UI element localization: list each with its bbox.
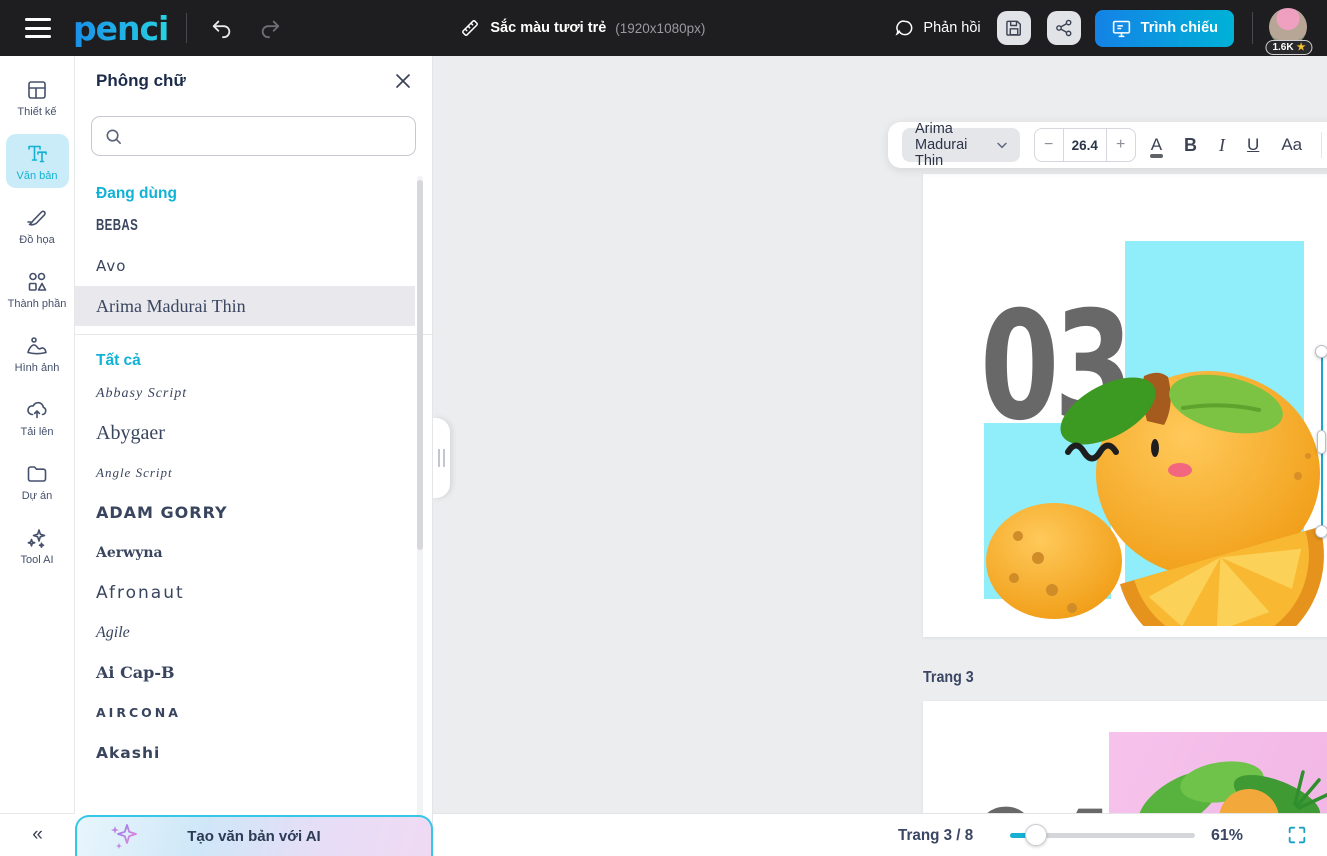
ai-sparkle-icon [107,822,141,852]
font-list-item[interactable]: Abbasy Script [96,373,432,413]
undo-icon[interactable] [205,11,239,45]
chevron-down-icon [994,137,1010,153]
zoom-percentage: 61% [1211,814,1243,856]
text-icon [25,142,49,166]
page-row-header: Trang 3 [923,659,1327,697]
font-search-box [91,116,416,156]
main-sidebar: Thiết kế Văn bản Đồ họa Thành phần Hình … [0,56,75,856]
collapse-sidebar-button[interactable]: « [0,813,75,856]
folder-icon [25,462,49,486]
format-toolbar: Arima Madurai Thin − 26.4 + A B I U Aa H… [888,122,1327,168]
image-icon [25,334,49,358]
font-list-item[interactable]: ADAM GORRY [96,493,432,533]
sidebar-item-graphics[interactable]: Đồ họa [6,198,69,252]
ruler-icon [459,17,481,39]
font-list-item[interactable]: Agile [96,613,432,653]
sidebar-item-projects[interactable]: Dự án [6,454,69,508]
text-case-button[interactable]: Aa [1274,133,1309,157]
selected-text-box[interactable]: - Là loại hình du lịch tìm hiểu, trải ng… [1321,351,1327,532]
page-label: Trang 3 [923,669,974,687]
font-size-value[interactable]: 26.4 [1063,129,1107,161]
share-button[interactable] [1047,11,1081,45]
save-icon [1004,18,1024,38]
sidebar-item-elements[interactable]: Thành phần [6,262,69,316]
divider [75,334,433,335]
sparkles-icon [25,526,49,550]
bold-button[interactable]: B [1177,133,1204,158]
section-heading-using: Đang dùng [96,182,432,206]
canvas-area[interactable]: Arima Madurai Thin − 26.4 + A B I U Aa H… [433,56,1327,856]
decrease-size-button[interactable]: − [1035,129,1063,161]
divider [1321,132,1322,158]
resize-handle-bottom-left[interactable] [1315,525,1327,538]
font-search-input[interactable] [131,128,403,144]
page-indicator: Trang 3 / 8 [898,814,973,856]
redo-icon[interactable] [253,11,287,45]
document-size: (1920x1080px) [615,21,705,36]
panel-collapse-handle[interactable] [433,418,450,498]
fullscreen-icon[interactable] [1286,824,1308,846]
section-heading-all: Tất cả [96,349,432,373]
increase-size-button[interactable]: + [1107,129,1135,161]
text-color-button[interactable]: A [1144,133,1169,157]
font-list-item[interactable]: AIRCONA [96,693,432,733]
pen-icon [25,206,49,230]
status-bar: Trang 3 / 8 61% [433,813,1327,856]
present-button[interactable]: Trình chiếu [1095,10,1234,47]
ai-text-button[interactable]: Tạo văn bản với AI [75,815,433,856]
font-family-select[interactable]: Arima Madurai Thin [902,128,1020,162]
sidebar-item-text[interactable]: Văn bản [6,134,69,188]
font-list-item[interactable]: Akashi [96,733,432,773]
shapes-icon [25,270,49,294]
zoom-slider-thumb[interactable] [1025,824,1047,846]
orange-character-image[interactable] [968,356,1327,626]
star-icon [1297,42,1306,53]
font-list-item[interactable]: Afronaut [96,573,432,613]
credits-badge: 1.6K [1265,40,1312,55]
font-list-item[interactable]: Avo [96,246,432,286]
sidebar-item-design[interactable]: Thiết kế [6,70,69,124]
font-list-item[interactable]: Aerwyna [96,533,432,573]
underline-button[interactable]: U [1240,133,1266,157]
italic-button[interactable]: I [1212,133,1232,158]
feedback-button[interactable]: Phản hồi [895,18,980,38]
sidebar-item-uploads[interactable]: Tải lên [6,390,69,444]
resize-handle-top-left[interactable] [1315,345,1327,358]
font-panel: Phông chữ Đang dùng BEBAS Avo Arima Madu… [75,56,433,856]
topbar: penci Sắc màu tươi trẻ (1920x1080px) Phả… [0,0,1327,56]
layout-grid-icon [25,78,49,102]
divider [1252,12,1253,44]
cloud-upload-icon [25,398,49,422]
font-list-item-selected[interactable]: Arima Madurai Thin [75,286,415,326]
save-button[interactable] [997,11,1031,45]
zoom-slider[interactable] [1010,833,1195,838]
app-logo[interactable]: penci [73,9,168,48]
font-list-item[interactable]: Angle Script [96,453,432,493]
font-list-item[interactable]: BEBAS [96,206,432,246]
font-list-item[interactable]: Abygaer [96,413,432,453]
document-title[interactable]: Sắc màu tươi trẻ [490,20,606,36]
slide-page-3[interactable]: 03 [923,174,1327,637]
close-icon[interactable] [390,68,416,94]
presentation-icon [1111,18,1132,39]
sidebar-item-ai-tools[interactable]: Tool AI [6,518,69,572]
share-icon [1054,18,1074,38]
menu-icon[interactable] [25,18,51,38]
font-size-stepper: − 26.4 + [1034,128,1136,162]
search-icon [104,127,123,146]
resize-handle-left[interactable] [1317,430,1326,454]
panel-title: Phông chữ [96,71,186,91]
chat-bubble-icon [895,18,915,38]
user-avatar[interactable]: 1.6K [1269,8,1309,48]
sidebar-item-images[interactable]: Hình ảnh [6,326,69,380]
font-list-item[interactable]: Ai Cap-B [96,653,432,693]
panel-scrollbar-thumb[interactable] [417,180,423,550]
divider [186,13,187,43]
